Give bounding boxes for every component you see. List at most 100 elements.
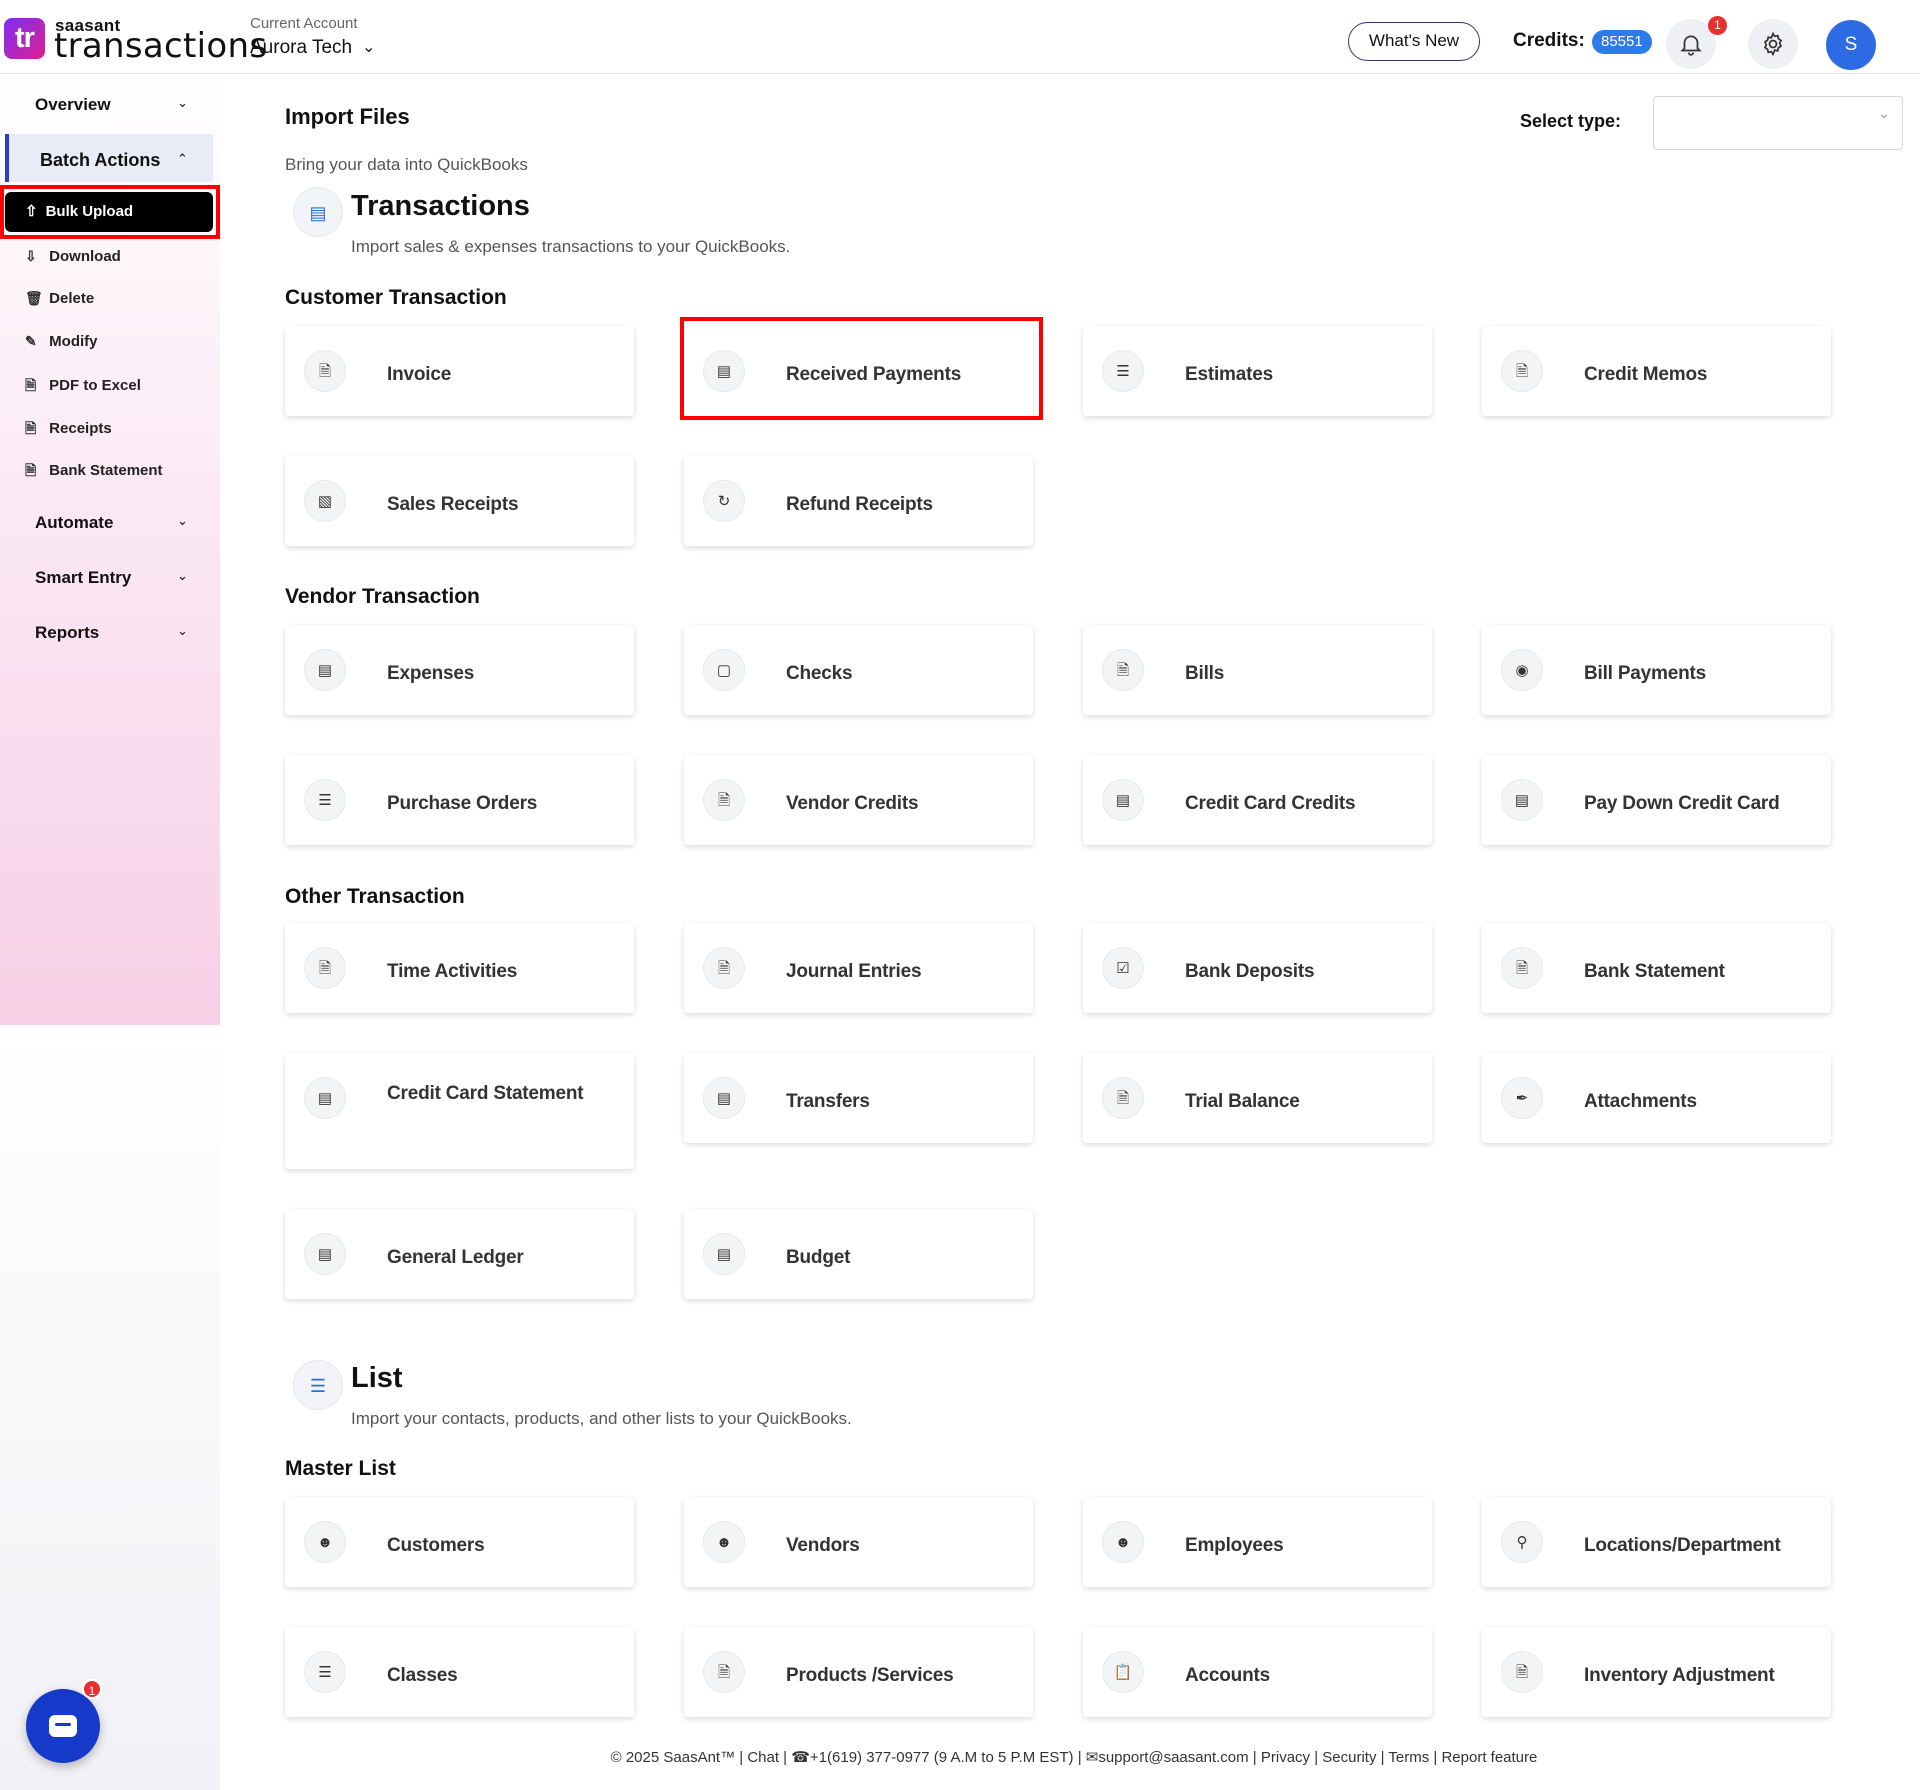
sidebar-subitem-download[interactable]: ⇩ Download [25,248,121,265]
sidebar-subitem-bank-statement[interactable]: 🗎 Bank Statement [25,460,163,484]
card-transfers[interactable]: ▤ Transfers [684,1053,1033,1143]
section-title-transactions: Transactions [351,190,530,222]
card-locations-department[interactable]: ⚲ Locations/Department [1482,1497,1831,1587]
product-icon: 🗎 [703,1651,745,1693]
card-journal-entries[interactable]: 🗎 Journal Entries [684,923,1033,1013]
deposit-icon: ☑ [1102,947,1144,989]
card-label: Bill Payments [1584,663,1707,684]
inventory-icon: 🗎 [1501,1651,1543,1693]
chevron-down-icon[interactable]: ⌄ [177,95,188,111]
clipboard-icon: 📋 [1102,1651,1144,1693]
credit-card-icon: ▤ [1102,779,1144,821]
select-type-label: Select type: [1520,111,1622,131]
card-inventory-adjustment[interactable]: 🗎 Inventory Adjustment [1482,1627,1831,1717]
page-subtitle: Bring your data into QuickBooks [285,155,528,174]
bill-icon: 🗎 [1102,649,1144,691]
card-time-activities[interactable]: 🗎 Time Activities [285,923,634,1013]
gear-icon[interactable] [1748,19,1798,69]
current-account-label: Current Account [250,15,358,32]
logo-product-text: transactions [54,26,268,66]
card-expenses[interactable]: ▤ Expenses [285,625,634,715]
account-selector[interactable]: Aurora Tech [250,37,352,59]
card-credit-memos[interactable]: 🗎 Credit Memos [1482,326,1831,416]
highlight-box-received-payments [680,317,1043,420]
transfer-icon: ▤ [703,1077,745,1119]
app-logo-icon[interactable]: tr [4,18,45,59]
card-bills[interactable]: 🗎 Bills [1083,625,1432,715]
sidebar-subitem-pdf-to-excel[interactable]: 🗎 PDF to Excel [25,375,141,399]
sidebar-item-batch-actions[interactable]: Batch Actions [40,150,160,171]
receipts-label: Receipts [49,420,112,437]
card-label: Expenses [387,663,475,684]
card-bank-statement[interactable]: 🗎 Bank Statement [1482,923,1831,1013]
chevron-down-icon: ⌄ [1878,105,1890,121]
select-type-dropdown[interactable]: ⌄ [1653,96,1903,150]
card-products-services[interactable]: 🗎 Products /Services [684,1627,1033,1717]
card-general-ledger[interactable]: ▤ General Ledger [285,1209,634,1299]
card-label: Bank Statement [1584,961,1725,982]
sidebar-subitem-receipts[interactable]: 🗎 Receipts [25,418,112,442]
card-refund-receipts[interactable]: ↻ Refund Receipts [684,456,1033,546]
card-budget[interactable]: ▤ Budget [684,1209,1033,1299]
card-label: Vendor Credits [786,793,919,814]
purchase-order-icon: ☰ [304,779,346,821]
section-title-list: List [351,1362,403,1394]
group-title-master-list: Master List [285,1457,396,1480]
card-label: Credit Card Credits [1185,793,1356,814]
card-vendors[interactable]: ☻ Vendors [684,1497,1033,1587]
pdf-to-excel-label: PDF to Excel [49,377,141,394]
sidebar-item-automate[interactable]: Automate [35,513,113,533]
footer: © 2025 SaasAnt™ | Chat | ☎+1(619) 377-09… [610,1749,1538,1766]
card-employees[interactable]: ☻ Employees [1083,1497,1432,1587]
sidebar-subitem-delete[interactable]: 🗑 Delete [25,290,94,307]
card-bank-deposits[interactable]: ☑ Bank Deposits [1083,923,1432,1013]
sidebar-item-overview[interactable]: Overview [35,95,111,115]
user-icon: ☻ [304,1521,346,1563]
card-estimates[interactable]: ☰ Estimates [1083,326,1432,416]
chevron-up-icon[interactable]: ⌃ [177,151,188,167]
chevron-down-icon[interactable]: ⌄ [362,37,375,57]
sidebar-item-smart-entry[interactable]: Smart Entry [35,568,131,588]
trial-balance-icon: 🗎 [1102,1077,1144,1119]
card-attachments[interactable]: ✒ Attachments [1482,1053,1831,1143]
user-icon: ☻ [1102,1521,1144,1563]
card-credit-card-credits[interactable]: ▤ Credit Card Credits [1083,755,1432,845]
card-accounts[interactable]: 📋 Accounts [1083,1627,1432,1717]
card-label: Locations/Department [1584,1535,1781,1556]
pdf-file-icon: 🗎 [25,377,37,393]
credit-card-icon: ▤ [293,187,343,237]
card-purchase-orders[interactable]: ☰ Purchase Orders [285,755,634,845]
chevron-down-icon[interactable]: ⌄ [177,623,188,639]
card-invoice[interactable]: 🗎 Invoice [285,326,634,416]
time-activity-icon: 🗎 [304,947,346,989]
card-pay-down-credit-card[interactable]: ▤ Pay Down Credit Card [1482,755,1831,845]
card-label: Credit Memos [1584,364,1708,385]
card-sales-receipts[interactable]: ▧ Sales Receipts [285,456,634,546]
card-vendor-credits[interactable]: 🗎 Vendor Credits [684,755,1033,845]
card-bill-payments[interactable]: ◉ Bill Payments [1482,625,1831,715]
user-avatar[interactable]: S [1826,20,1876,70]
credit-card-icon: ▤ [1501,779,1543,821]
card-checks[interactable]: ▢ Checks [684,625,1033,715]
credits-label: Credits: [1513,30,1585,51]
card-credit-card-statement[interactable]: ▤ Credit Card Statement [285,1053,634,1169]
bank-statement-label: Bank Statement [49,462,163,479]
card-label: Customers [387,1535,485,1556]
card-customers[interactable]: ☻ Customers [285,1497,634,1587]
card-classes[interactable]: ☰ Classes [285,1627,634,1717]
sidebar-subitem-modify[interactable]: ✎ Modify [25,333,98,350]
card-label: Accounts [1185,1665,1270,1686]
sidebar-item-reports[interactable]: Reports [35,623,99,643]
card-label: Pay Down Credit Card [1584,793,1780,814]
card-label: Bank Deposits [1185,961,1315,982]
whats-new-button[interactable]: What's New [1348,22,1480,61]
chevron-down-icon[interactable]: ⌄ [177,568,188,584]
card-label: Vendors [786,1535,860,1556]
credits-badge: 85551 [1592,30,1652,54]
ticket-icon: ▧ [304,480,346,522]
chat-bubble-icon [49,1715,77,1737]
card-trial-balance[interactable]: 🗎 Trial Balance [1083,1053,1432,1143]
paperclip-icon: ✒ [1501,1077,1543,1119]
notification-count-badge: 1 [1708,16,1727,35]
chevron-down-icon[interactable]: ⌄ [177,513,188,529]
